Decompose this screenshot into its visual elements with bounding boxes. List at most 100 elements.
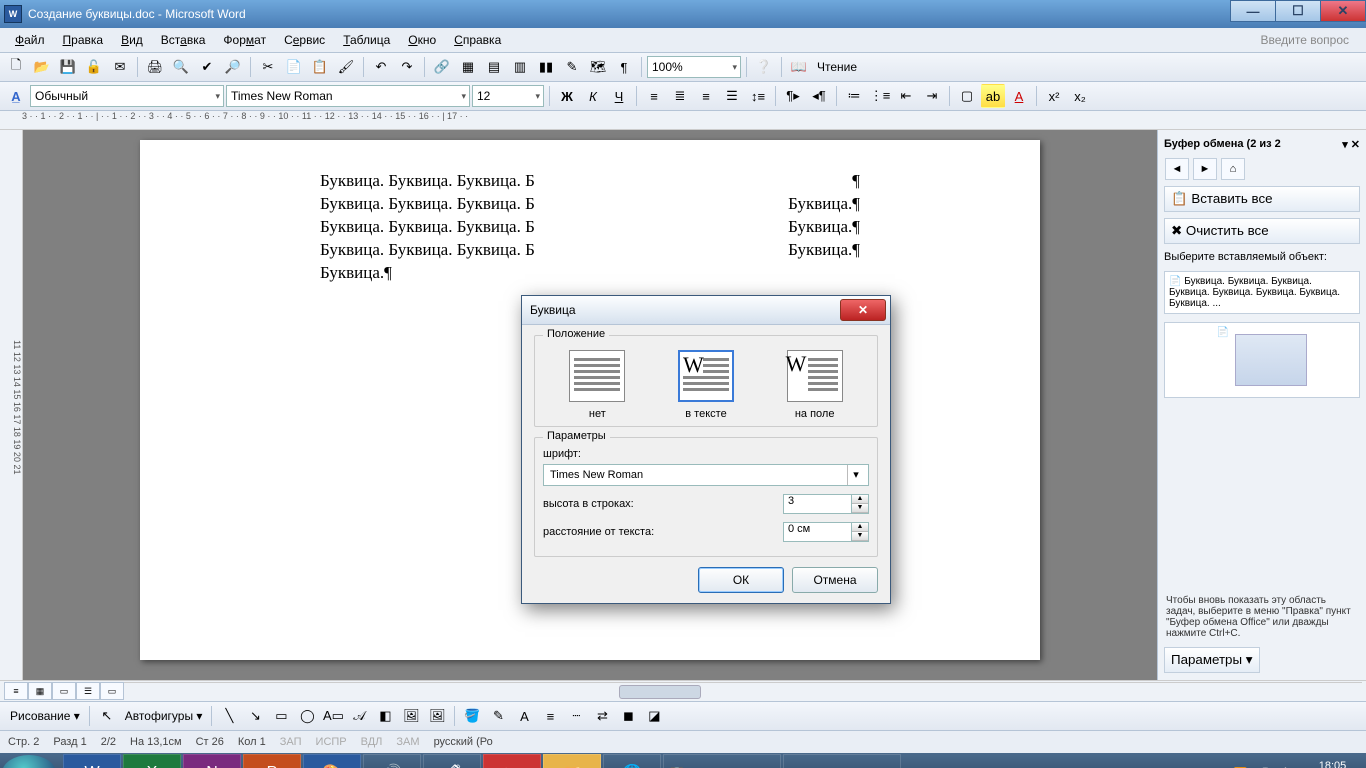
dialog-titlebar[interactable]: Буквица ✕ <box>522 296 890 325</box>
option-in-margin[interactable]: W на поле <box>787 350 843 420</box>
tray-time[interactable]: 18:05 <box>1305 760 1360 768</box>
status-track[interactable]: ИСПР <box>316 736 347 748</box>
reading-label[interactable]: Чтение <box>813 60 861 74</box>
select-objects-icon[interactable]: ↖ <box>95 704 119 728</box>
undo-icon[interactable]: ↶ <box>369 55 393 79</box>
taskpane-dropdown-icon[interactable]: ▾ ✕ <box>1342 138 1360 151</box>
columns-icon[interactable]: ▮▮ <box>534 55 558 79</box>
line-spacing-icon[interactable]: ↕≡ <box>746 84 770 108</box>
ltr-icon[interactable]: ¶▸ <box>781 84 805 108</box>
normal-view-icon[interactable]: ≡ <box>4 682 28 700</box>
new-doc-icon[interactable]: 🗋 <box>4 55 28 79</box>
line-style-icon[interactable]: ≡ <box>538 704 562 728</box>
subscript-icon[interactable]: x₂ <box>1068 84 1092 108</box>
doc-text[interactable]: Буквица.¶ <box>788 216 860 239</box>
permissions-icon[interactable]: 🔓 <box>82 55 106 79</box>
justify-icon[interactable]: ☰ <box>720 84 744 108</box>
textbox-icon[interactable]: A▭ <box>321 704 345 728</box>
menu-window[interactable]: Окно <box>399 29 445 51</box>
doc-text[interactable]: Буквица. Буквица. Буквица. Б <box>320 216 535 239</box>
print-icon[interactable]: 🖨 <box>143 55 167 79</box>
style-combo[interactable]: Обычный <box>30 85 224 107</box>
distance-input[interactable]: 0 см▲▼ <box>783 522 869 542</box>
taskpane-forward-icon[interactable]: ► <box>1193 158 1217 180</box>
font-combo[interactable]: Times New Roman <box>226 85 470 107</box>
zoom-combo[interactable]: 100% <box>647 56 741 78</box>
cancel-button[interactable]: Отмена <box>792 567 878 593</box>
ok-button[interactable]: ОК <box>698 567 784 593</box>
clear-all-button[interactable]: ✖ Очистить все <box>1164 218 1360 244</box>
taskpane-home-icon[interactable]: ⌂ <box>1221 158 1245 180</box>
font-select[interactable]: Times New Roman <box>543 464 869 486</box>
taskbar-powerpoint-icon[interactable]: P <box>243 754 301 768</box>
menu-format[interactable]: Формат <box>214 29 275 51</box>
show-marks-icon[interactable]: ¶ <box>612 55 636 79</box>
insert-table-icon[interactable]: ▤ <box>482 55 506 79</box>
save-icon[interactable]: 💾 <box>56 55 80 79</box>
menu-help[interactable]: Справка <box>445 29 510 51</box>
mail-icon[interactable]: ✉ <box>108 55 132 79</box>
maximize-button[interactable]: ☐ <box>1275 0 1321 22</box>
taskbar-excel-icon[interactable]: X <box>123 754 181 768</box>
option-in-text[interactable]: W в тексте <box>678 350 734 420</box>
superscript-icon[interactable]: x² <box>1042 84 1066 108</box>
copy-icon[interactable]: 📄 <box>282 55 306 79</box>
minimize-button[interactable]: — <box>1230 0 1276 22</box>
oval-icon[interactable]: ◯ <box>295 704 319 728</box>
taskbar-app-icon[interactable]: 🔊 <box>363 754 421 768</box>
help-icon[interactable]: ❔ <box>752 55 776 79</box>
ask-question-box[interactable]: Введите вопрос <box>1252 29 1359 51</box>
font-color-icon[interactable]: A <box>1007 84 1031 108</box>
borders-icon[interactable]: ▢ <box>955 84 979 108</box>
distance-spinner[interactable]: ▲▼ <box>851 523 868 541</box>
open-icon[interactable]: 📂 <box>30 55 54 79</box>
highlight-icon[interactable]: ab <box>981 84 1005 108</box>
doc-text[interactable]: Буквица.¶ <box>788 239 860 262</box>
shadow-icon[interactable]: ◼ <box>616 704 640 728</box>
menu-edit[interactable]: Правка <box>54 29 113 51</box>
picture-icon[interactable]: 🖼 <box>425 704 449 728</box>
height-spinner[interactable]: ▲▼ <box>851 495 868 513</box>
taskbar-app-icon[interactable]: ▶ <box>483 754 541 768</box>
menu-insert[interactable]: Вставка <box>152 29 215 51</box>
3d-icon[interactable]: ◪ <box>642 704 666 728</box>
fill-color-icon[interactable]: 🪣 <box>460 704 484 728</box>
taskbar-zona-window[interactable]: 📁 Zona Dow <box>783 754 901 768</box>
arrow-style-icon[interactable]: ⇄ <box>590 704 614 728</box>
italic-icon[interactable]: К <box>581 84 605 108</box>
numbered-list-icon[interactable]: ≔ <box>842 84 866 108</box>
status-ext[interactable]: ВДЛ <box>361 736 383 748</box>
clipboard-item-image[interactable]: 📄 <box>1164 322 1360 398</box>
print-view-icon[interactable]: ▭ <box>52 682 76 700</box>
reading-view-icon[interactable]: ▭ <box>100 682 124 700</box>
arrow-icon[interactable]: ↘ <box>243 704 267 728</box>
rtl-icon[interactable]: ◂¶ <box>807 84 831 108</box>
taskbar-chrome-icon[interactable]: 🌐 <box>603 754 661 768</box>
hyperlink-icon[interactable]: 🔗 <box>430 55 454 79</box>
taskbar-paint-icon[interactable]: 🎨 <box>303 754 361 768</box>
print-preview-icon[interactable]: 🔍 <box>169 55 193 79</box>
doc-text[interactable]: Буквица. Буквица. Буквица. Б <box>320 193 535 216</box>
drawing-menu[interactable]: Рисование ▾ <box>6 709 84 723</box>
line-color-icon[interactable]: ✎ <box>486 704 510 728</box>
excel-icon[interactable]: ▥ <box>508 55 532 79</box>
doc-text[interactable]: Буквица.¶ <box>788 193 860 216</box>
option-none[interactable]: нет <box>569 350 625 420</box>
close-button[interactable]: ✕ <box>1320 0 1366 22</box>
reading-layout-icon[interactable]: 📖 <box>787 55 811 79</box>
horizontal-scrollbar[interactable] <box>124 682 1362 701</box>
spellcheck-icon[interactable]: ✔ <box>195 55 219 79</box>
decrease-indent-icon[interactable]: ⇤ <box>894 84 918 108</box>
height-input[interactable]: 3▲▼ <box>783 494 869 514</box>
menu-tools[interactable]: Сервис <box>275 29 334 51</box>
doc-text[interactable]: ¶ <box>852 170 860 193</box>
ruler-horizontal[interactable]: 3 · · 1 · · 2 · · 1 · · | · · 1 · · 2 · … <box>0 111 1366 130</box>
cut-icon[interactable]: ✂ <box>256 55 280 79</box>
styles-pane-icon[interactable]: A̲ <box>4 84 28 108</box>
align-right-icon[interactable]: ≡ <box>694 84 718 108</box>
doc-text[interactable]: Буквица.¶ <box>320 263 392 282</box>
doc-text[interactable]: Буквица. Буквица. Буквица. Б <box>320 170 535 193</box>
ruler-vertical[interactable]: 11 12 13 14 15 16 17 18 19 20 21 <box>0 130 23 680</box>
status-rec[interactable]: ЗАП <box>280 736 302 748</box>
outline-view-icon[interactable]: ☰ <box>76 682 100 700</box>
